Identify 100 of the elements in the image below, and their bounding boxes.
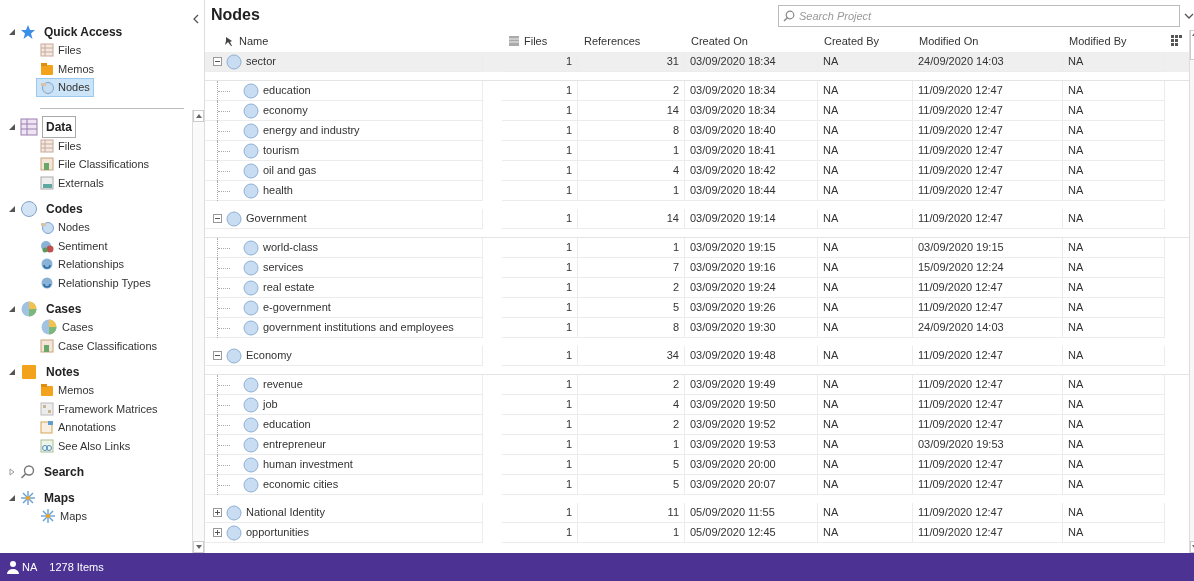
- node-icon: [40, 220, 54, 235]
- table-cell: 11/09/2020 12:47: [913, 523, 1063, 543]
- pin-icon: [223, 35, 235, 47]
- node-name[interactable]: world-class: [263, 239, 318, 256]
- sidebar-item[interactable]: Memos: [36, 59, 99, 78]
- collapse-icon: [192, 14, 200, 25]
- sidebar-item[interactable]: Nodes: [36, 218, 94, 237]
- table-cell: 1: [502, 523, 578, 543]
- sidebar-item[interactable]: File Classifications: [36, 155, 154, 174]
- sidebar-item[interactable]: See Also Links: [36, 436, 135, 455]
- node-name[interactable]: oil and gas: [263, 162, 317, 179]
- sidebar-item[interactable]: Framework Matrices: [36, 399, 162, 418]
- link-icon: [40, 438, 54, 453]
- table-cell: NA: [1063, 318, 1165, 338]
- sidebar-item[interactable]: Relationships: [36, 255, 129, 274]
- group-title[interactable]: Codes: [42, 197, 87, 220]
- classification-icon: [40, 338, 54, 353]
- sidebar-item[interactable]: Files: [36, 136, 86, 155]
- node-name[interactable]: opportunities: [246, 524, 309, 541]
- sidebar-item[interactable]: Files: [36, 41, 86, 60]
- table-cell: 1: [502, 475, 578, 495]
- node-name[interactable]: Government: [246, 210, 307, 227]
- sidebar-item[interactable]: Annotations: [36, 418, 121, 437]
- node-name[interactable]: education: [263, 82, 311, 99]
- node-name[interactable]: economic cities: [263, 476, 339, 493]
- node-name[interactable]: job: [263, 396, 278, 413]
- search-field[interactable]: Search Project: [778, 5, 1180, 27]
- sidebar-item[interactable]: Case Classifications: [36, 336, 162, 355]
- sidebar-item[interactable]: Cases: [36, 318, 98, 337]
- node-name[interactable]: e-government: [263, 299, 331, 316]
- column-header[interactable]: Modified On: [913, 32, 1063, 50]
- user-name: NA: [22, 559, 38, 575]
- node-icon: [243, 436, 259, 453]
- column-header[interactable]: Created On: [685, 32, 818, 50]
- group-title[interactable]: Cases: [42, 297, 86, 320]
- panel-title: Nodes: [211, 5, 261, 25]
- group-title[interactable]: Maps: [40, 486, 79, 509]
- scroll-up-button[interactable]: [193, 109, 204, 122]
- column-header[interactable]: References: [578, 32, 685, 50]
- column-header[interactable]: Files: [502, 32, 578, 50]
- group-title[interactable]: Notes: [42, 360, 84, 383]
- case-icon: [20, 299, 38, 318]
- column-header[interactable]: Created By: [818, 32, 913, 50]
- node-name[interactable]: Economy: [246, 347, 292, 364]
- node-name[interactable]: energy and industry: [263, 122, 360, 139]
- table-cell: 03/09/2020 18:34: [685, 52, 818, 72]
- node-icon: [243, 82, 259, 99]
- node-icon: [243, 122, 259, 139]
- node-icon: [243, 299, 259, 316]
- scroll-down-button[interactable]: [193, 541, 204, 553]
- node-name[interactable]: revenue: [263, 376, 303, 393]
- table-cell: 05/09/2020 12:45: [685, 523, 818, 543]
- relationship-icon: [40, 257, 54, 272]
- node-name[interactable]: services: [263, 259, 304, 276]
- folder-icon: [40, 383, 54, 398]
- node-icon: [243, 416, 259, 433]
- node-icon: [243, 102, 259, 119]
- group-title[interactable]: Search: [40, 460, 89, 483]
- node-name[interactable]: economy: [263, 102, 308, 119]
- sidebar-item[interactable]: Memos: [36, 381, 99, 400]
- table-cell: 24/09/2020 14:03: [913, 318, 1063, 338]
- table-cell: NA: [818, 209, 913, 229]
- group-title[interactable]: Quick Access: [40, 20, 127, 43]
- search-icon: [20, 463, 36, 480]
- sentiment-icon: [40, 238, 54, 253]
- sidebar-item[interactable]: Maps: [36, 507, 91, 526]
- node-name[interactable]: education: [263, 416, 311, 433]
- table-cell: NA: [1063, 475, 1165, 495]
- node-name[interactable]: health: [263, 182, 293, 199]
- table-cell: NA: [818, 181, 913, 201]
- node-name[interactable]: human investment: [263, 456, 353, 473]
- sidebar-item[interactable]: Externals: [36, 173, 108, 192]
- table-cell: 24/09/2020 14:03: [913, 52, 1063, 72]
- sidebar-item[interactable]: Nodes: [36, 78, 94, 97]
- node-name[interactable]: sector: [246, 53, 276, 70]
- node-name[interactable]: government institutions and employees: [263, 319, 454, 336]
- column-header[interactable]: Name: [205, 32, 483, 50]
- node-name[interactable]: National Identity: [246, 504, 325, 521]
- case-icon: [40, 318, 58, 337]
- node-icon: [243, 476, 259, 493]
- table-cell: 31: [578, 52, 685, 72]
- table-cell: 1: [502, 209, 578, 229]
- chevron-down-icon: [1184, 12, 1194, 20]
- node-name[interactable]: tourism: [263, 142, 300, 159]
- sidebar-item[interactable]: Relationship Types: [36, 273, 155, 292]
- circle-icon: [20, 199, 38, 218]
- table-cell: 03/09/2020 19:48: [685, 346, 818, 366]
- table-cell: 1: [502, 52, 578, 72]
- table-cell: NA: [1063, 181, 1165, 201]
- table-cell: NA: [818, 523, 913, 543]
- table-cell: 34: [578, 346, 685, 366]
- table-cell: 03/09/2020 20:07: [685, 475, 818, 495]
- node-name[interactable]: entrepreneur: [263, 436, 326, 453]
- sidebar-item[interactable]: Sentiment: [36, 236, 112, 255]
- table-cell: 03/09/2020 19:14: [685, 209, 818, 229]
- column-header[interactable]: Modified By: [1063, 32, 1165, 50]
- group-title[interactable]: Data: [42, 116, 76, 138]
- classification-icon: [40, 157, 54, 172]
- table-cell: 03/09/2020 19:30: [685, 318, 818, 338]
- node-name[interactable]: real estate: [263, 279, 315, 296]
